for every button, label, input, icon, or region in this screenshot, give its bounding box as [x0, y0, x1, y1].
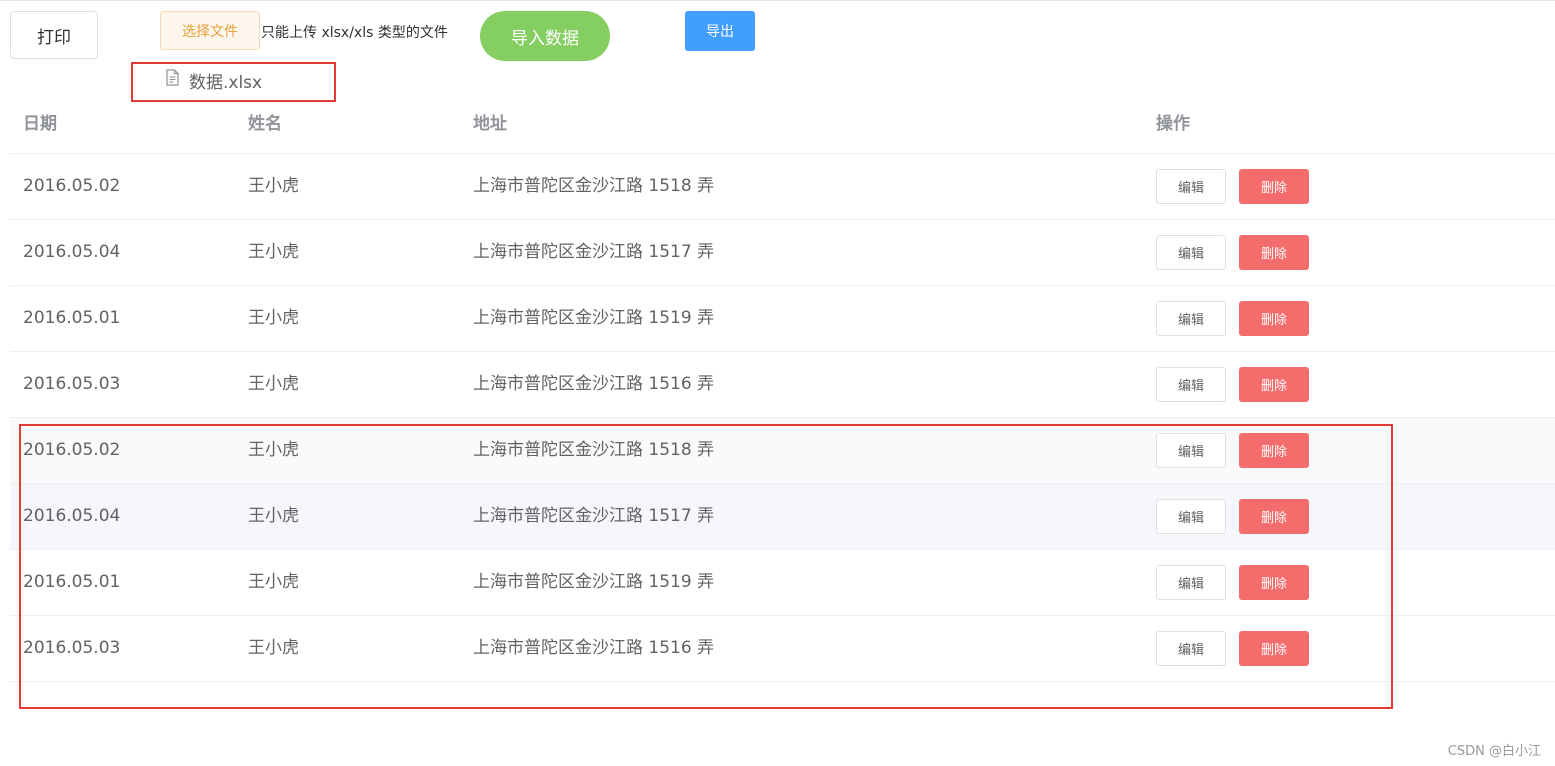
cell-name: 王小虎 [248, 440, 299, 460]
cell-name: 王小虎 [248, 572, 299, 592]
cell-name: 王小虎 [248, 308, 299, 328]
cell-date: 2016.05.02 [23, 440, 121, 460]
uploaded-file-item[interactable]: 数据.xlsx [165, 67, 262, 93]
table-header: 日期 姓名 地址 操作 [10, 95, 1555, 154]
delete-button[interactable]: 删除 [1239, 499, 1309, 534]
delete-button[interactable]: 删除 [1239, 631, 1309, 666]
table-row: 2016.05.02 王小虎 上海市普陀区金沙江路 1518 弄 编辑 删除 [10, 418, 1555, 484]
cell-date: 2016.05.03 [23, 638, 121, 658]
upload-tip: 只能上传 xlsx/xls 类型的文件 [261, 25, 448, 41]
edit-button[interactable]: 编辑 [1156, 169, 1226, 204]
header-date: 日期 [23, 114, 57, 134]
cell-date: 2016.05.04 [23, 506, 121, 526]
cell-address: 上海市普陀区金沙江路 1519 弄 [473, 572, 715, 592]
edit-button[interactable]: 编辑 [1156, 367, 1226, 402]
cell-name: 王小虎 [248, 374, 299, 394]
edit-button[interactable]: 编辑 [1156, 301, 1226, 336]
export-button[interactable]: 导出 [685, 11, 755, 51]
delete-button[interactable]: 删除 [1239, 367, 1309, 402]
table-row: 2016.05.02 王小虎 上海市普陀区金沙江路 1518 弄 编辑 删除 [10, 154, 1555, 220]
header-actions: 操作 [1156, 114, 1190, 134]
cell-address: 上海市普陀区金沙江路 1518 弄 [473, 440, 715, 460]
cell-date: 2016.05.01 [23, 308, 121, 328]
cell-address: 上海市普陀区金沙江路 1517 弄 [473, 506, 715, 526]
cell-date: 2016.05.02 [23, 176, 121, 196]
top-divider [0, 0, 1555, 1]
cell-name: 王小虎 [248, 176, 299, 196]
data-table: 日期 姓名 地址 操作 2016.05.02 王小虎 上海市普陀区金沙江路 15… [10, 95, 1555, 682]
edit-button[interactable]: 编辑 [1156, 235, 1226, 270]
delete-button[interactable]: 删除 [1239, 565, 1309, 600]
choose-file-button[interactable]: 选择文件 [160, 11, 260, 50]
table-row: 2016.05.04 王小虎 上海市普陀区金沙江路 1517 弄 编辑 删除 [10, 484, 1555, 550]
cell-date: 2016.05.03 [23, 374, 121, 394]
delete-button[interactable]: 删除 [1239, 169, 1309, 204]
import-data-button[interactable]: 导入数据 [480, 11, 610, 61]
cell-date: 2016.05.04 [23, 242, 121, 262]
cell-address: 上海市普陀区金沙江路 1518 弄 [473, 176, 715, 196]
cell-address: 上海市普陀区金沙江路 1516 弄 [473, 374, 715, 394]
cell-address: 上海市普陀区金沙江路 1519 弄 [473, 308, 715, 328]
cell-address: 上海市普陀区金沙江路 1517 弄 [473, 242, 715, 262]
edit-button[interactable]: 编辑 [1156, 499, 1226, 534]
watermark: CSDN @白小江 [1447, 744, 1541, 759]
edit-button[interactable]: 编辑 [1156, 631, 1226, 666]
cell-name: 王小虎 [248, 242, 299, 262]
document-icon [165, 69, 189, 91]
uploaded-file-name: 数据.xlsx [189, 72, 263, 93]
cell-name: 王小虎 [248, 506, 299, 526]
delete-button[interactable]: 删除 [1239, 433, 1309, 468]
header-name: 姓名 [248, 114, 282, 134]
header-address: 地址 [473, 114, 507, 134]
edit-button[interactable]: 编辑 [1156, 433, 1226, 468]
edit-button[interactable]: 编辑 [1156, 565, 1226, 600]
table-row: 2016.05.01 王小虎 上海市普陀区金沙江路 1519 弄 编辑 删除 [10, 550, 1555, 616]
cell-name: 王小虎 [248, 638, 299, 658]
table-row: 2016.05.03 王小虎 上海市普陀区金沙江路 1516 弄 编辑 删除 [10, 352, 1555, 418]
cell-address: 上海市普陀区金沙江路 1516 弄 [473, 638, 715, 658]
table-row: 2016.05.03 王小虎 上海市普陀区金沙江路 1516 弄 编辑 删除 [10, 616, 1555, 682]
print-button[interactable]: 打印 [10, 11, 98, 59]
delete-button[interactable]: 删除 [1239, 301, 1309, 336]
table-row: 2016.05.04 王小虎 上海市普陀区金沙江路 1517 弄 编辑 删除 [10, 220, 1555, 286]
cell-date: 2016.05.01 [23, 572, 121, 592]
table-row: 2016.05.01 王小虎 上海市普陀区金沙江路 1519 弄 编辑 删除 [10, 286, 1555, 352]
delete-button[interactable]: 删除 [1239, 235, 1309, 270]
